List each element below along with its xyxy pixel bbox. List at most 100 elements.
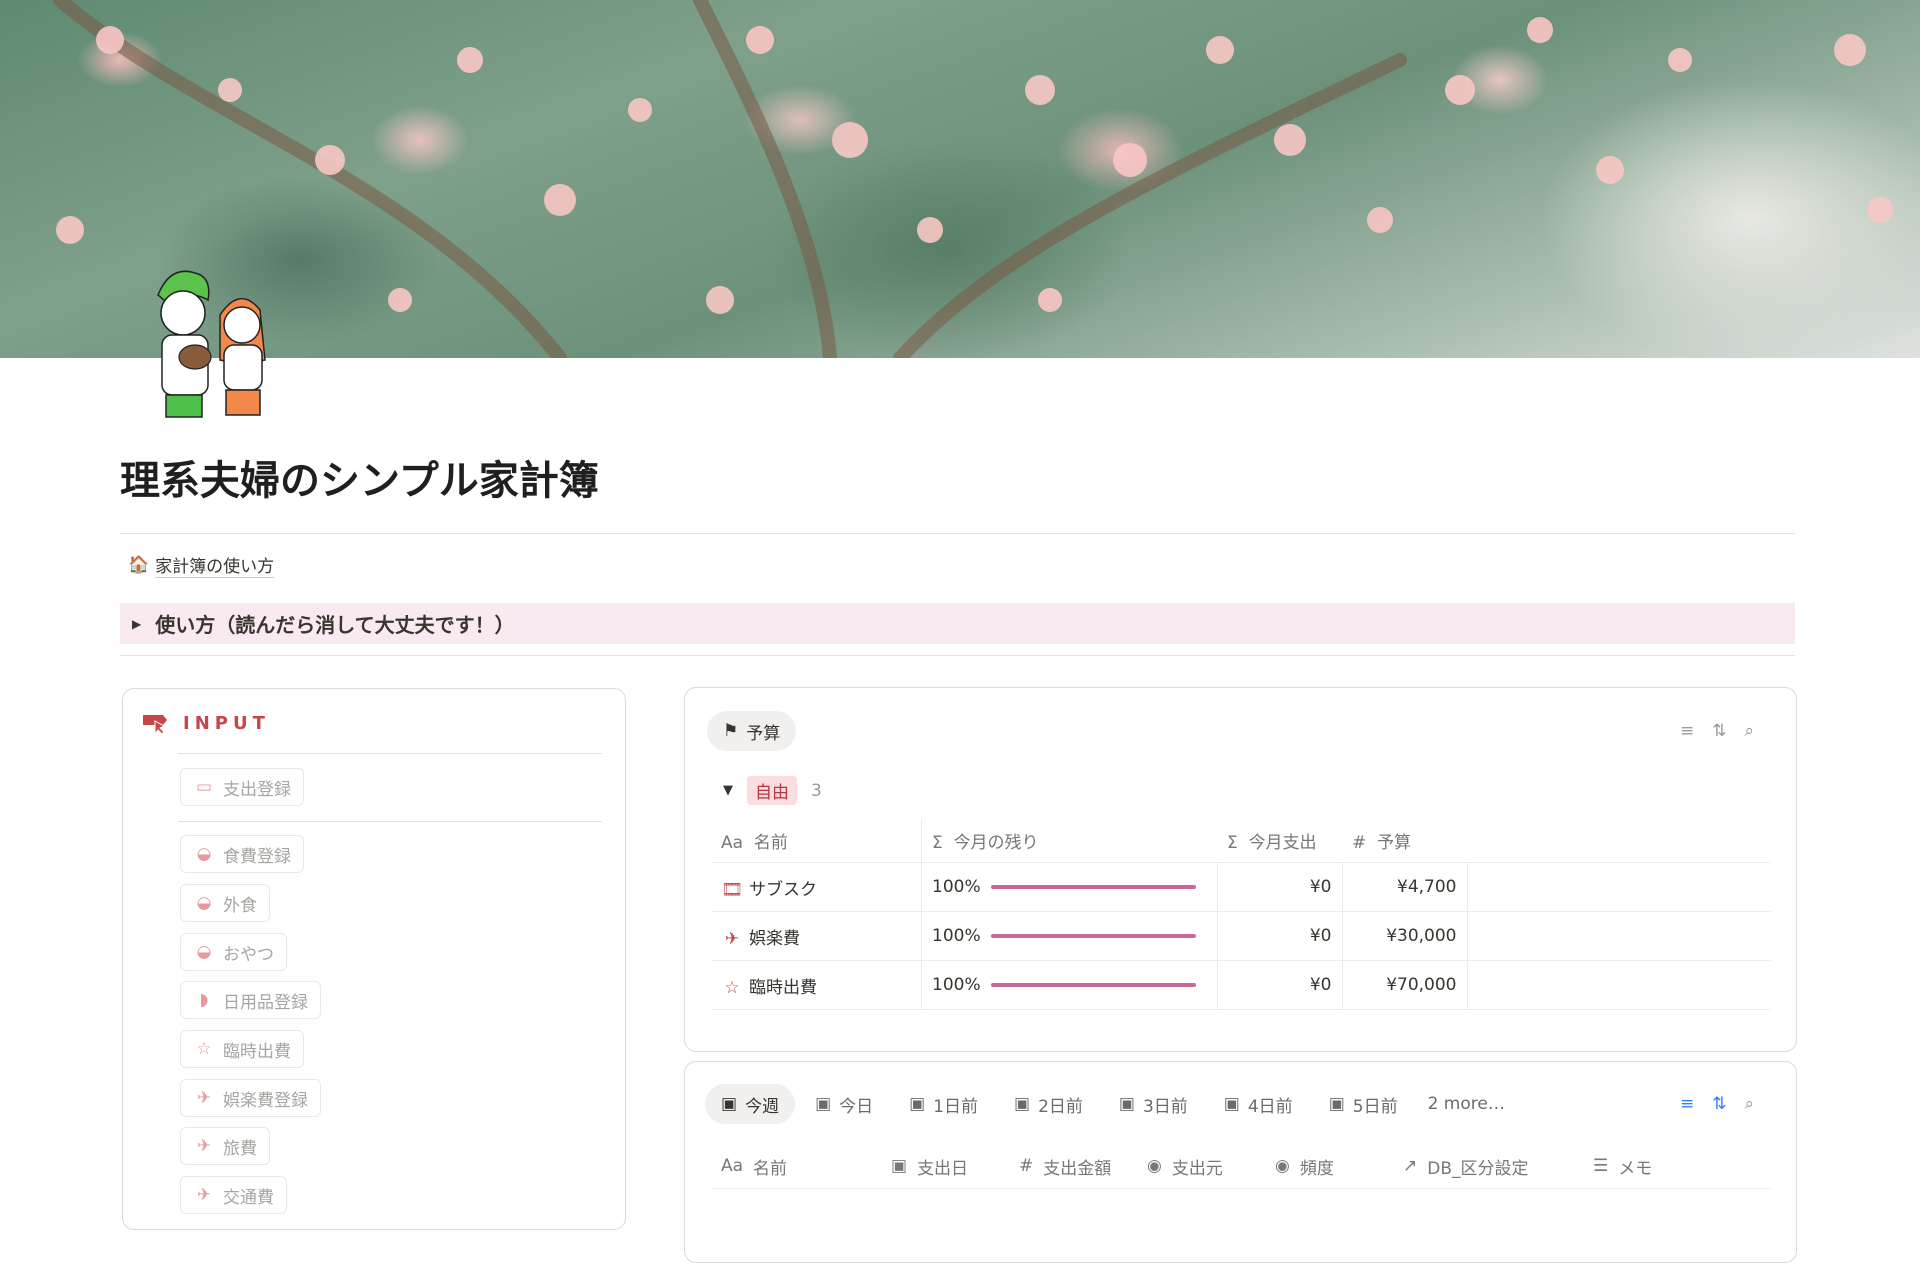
button-label: 支出登録 (223, 779, 291, 800)
column-amount[interactable]: # 支出金額 (1019, 1154, 1147, 1179)
plane-icon: ✈ (724, 928, 740, 949)
row-name: 娯楽費 (749, 928, 800, 949)
film-icon: 🎞 (721, 879, 743, 900)
cover-image (0, 0, 1920, 358)
tab-1-day-ago[interactable]: ▣ 1日前 (893, 1084, 994, 1124)
wallet-icon: ▭ (195, 777, 213, 797)
column-category-relation[interactable]: ↗ DB_区分設定 (1403, 1154, 1593, 1179)
remaining-value: 100% (932, 975, 981, 995)
snack-button[interactable]: ◒ おやつ (180, 933, 287, 971)
calendar-icon: ▣ (1328, 1094, 1345, 1114)
tab-today[interactable]: ▣ 今日 (799, 1084, 889, 1124)
travel-button[interactable]: ✈ 旅費 (180, 1127, 270, 1165)
spent-value: ¥0 (1216, 862, 1342, 912)
table-row[interactable]: ☆ 臨時出費 100% ¥0 ¥70,000 (711, 960, 1771, 1010)
divider (120, 655, 1795, 656)
budget-value: ¥70,000 (1341, 960, 1467, 1010)
tab-this-week[interactable]: ▣ 今週 (705, 1084, 796, 1124)
eating-out-button[interactable]: ◒ 外食 (180, 884, 270, 922)
column-name[interactable]: Aa 名前 (711, 1154, 891, 1179)
column-frequency[interactable]: ◉ 頻度 (1275, 1154, 1403, 1179)
column-spent[interactable]: Σ 今月支出 (1217, 818, 1342, 863)
button-label: 臨時出費 (223, 1041, 291, 1062)
column-label: 支出元 (1171, 1158, 1223, 1179)
column-name[interactable]: Aa 名前 (711, 818, 922, 863)
bowl-icon: ◒ (196, 942, 212, 962)
tab-budget[interactable]: ⚑ 予算 (707, 711, 797, 751)
table-row[interactable]: ✈ 娯楽費 100% ¥0 ¥30,000 (711, 911, 1771, 961)
budget-table: Aa 名前 Σ 今月の残り Σ 今月支出 # 予算 🎞 サブスク 100% ¥0 … (711, 818, 1771, 1010)
column-budget[interactable]: # 予算 (1342, 818, 1467, 863)
column-label: 支出日 (917, 1158, 969, 1179)
tab-2-days-ago[interactable]: ▣ 2日前 (998, 1084, 1099, 1124)
pointer-sign-icon (143, 715, 167, 735)
house-icon: 🏠 (128, 555, 150, 575)
column-label: 名前 (753, 832, 788, 853)
food-register-button[interactable]: ◒ 食費登録 (180, 835, 304, 873)
bowl-icon: ◒ (196, 844, 212, 864)
toggle-triangle-icon[interactable]: ▶ (132, 617, 141, 631)
column-label: 名前 (753, 1158, 788, 1179)
divider (120, 533, 1795, 534)
table-row[interactable]: 🎞 サブスク 100% ¥0 ¥4,700 (711, 862, 1771, 912)
column-label: DB_区分設定 (1427, 1158, 1529, 1179)
tab-label: 2日前 (1038, 1096, 1083, 1117)
tab-4-days-ago[interactable]: ▣ 4日前 (1208, 1084, 1309, 1124)
tab-label: 5日前 (1352, 1096, 1398, 1117)
tab-label: 1日前 (933, 1096, 979, 1117)
group-header[interactable]: ▼ 自由 3 (723, 776, 822, 805)
entertainment-register-button[interactable]: ✈ 娯楽費登録 (180, 1079, 321, 1117)
expense-register-button[interactable]: ▭ 支出登録 (180, 768, 304, 806)
divider (178, 821, 602, 822)
column-remaining[interactable]: Σ 今月の残り (921, 818, 1217, 863)
button-label: 日用品登録 (223, 992, 308, 1013)
column-source[interactable]: ◉ 支出元 (1147, 1154, 1275, 1179)
sort-icon[interactable]: ⇅ (1712, 721, 1726, 741)
text-lines-icon: ☰ (1593, 1156, 1609, 1176)
progress-bar (990, 983, 1196, 987)
tab-label: 4日前 (1247, 1096, 1293, 1117)
filter-icon[interactable]: ≡ (1680, 721, 1694, 741)
chevron-down-icon[interactable]: ▼ (723, 783, 733, 798)
select-icon: ◉ (1275, 1156, 1290, 1176)
page-icon-couple-illustration (150, 265, 280, 425)
bowl-icon: ◒ (196, 893, 212, 913)
column-label: 頻度 (1299, 1158, 1334, 1179)
button-label: 交通費 (223, 1187, 274, 1208)
progress-bar (990, 934, 1196, 938)
divider (178, 753, 602, 754)
column-date[interactable]: ▣ 支出日 (891, 1154, 1019, 1179)
page-title: 理系夫婦のシンプル家計簿 (120, 458, 599, 504)
tab-label: 今日 (839, 1096, 874, 1117)
toggle-label: 使い方（読んだら消して大丈夫です！） (155, 613, 515, 637)
text-property-icon: Aa (721, 832, 744, 853)
more-views-button[interactable]: 2 more… (1418, 1094, 1515, 1114)
button-label: 外食 (223, 895, 257, 916)
sort-icon[interactable]: ⇅ (1712, 1094, 1726, 1114)
view-tabs: ▣ 今週 ▣ 今日 ▣ 1日前 ▣ 2日前 ▣ 3日前 ▣ 4日前 ▣ 5日前 2 more… (705, 1084, 1515, 1124)
transport-button[interactable]: ✈ 交通費 (180, 1176, 287, 1214)
button-label: おやつ (223, 944, 274, 965)
tab-5-days-ago[interactable]: ▣ 5日前 (1313, 1084, 1414, 1124)
input-heading: INPUT (141, 711, 270, 735)
tab-3-days-ago[interactable]: ▣ 3日前 (1103, 1084, 1204, 1124)
calendar-icon: ▣ (1118, 1094, 1135, 1114)
extra-expense-button[interactable]: ☆ 臨時出費 (180, 1030, 304, 1068)
input-heading-label: INPUT (183, 712, 270, 734)
column-spacer (1467, 818, 1771, 863)
hash-icon: # (1352, 832, 1367, 853)
filter-icon[interactable]: ≡ (1680, 1094, 1694, 1114)
howto-link[interactable]: 🏠 家計簿の使い方 (128, 552, 275, 578)
calendar-icon: ▣ (891, 1156, 908, 1176)
howto-toggle[interactable]: ▶ 使い方（読んだら消して大丈夫です！） (120, 603, 1795, 644)
flag-icon: ⚑ (723, 721, 739, 741)
daily-goods-button[interactable]: ◗ 日用品登録 (180, 981, 321, 1019)
column-memo[interactable]: ☰ メモ (1593, 1154, 1713, 1179)
search-icon[interactable]: ⌕ (1744, 721, 1754, 741)
plane-icon: ✈ (196, 1088, 212, 1108)
column-label: 支出金額 (1043, 1158, 1112, 1179)
row-name: 臨時出費 (749, 977, 817, 998)
sigma-icon: Σ (1227, 832, 1238, 853)
tab-label: 予算 (746, 723, 781, 744)
search-icon[interactable]: ⌕ (1744, 1094, 1754, 1114)
